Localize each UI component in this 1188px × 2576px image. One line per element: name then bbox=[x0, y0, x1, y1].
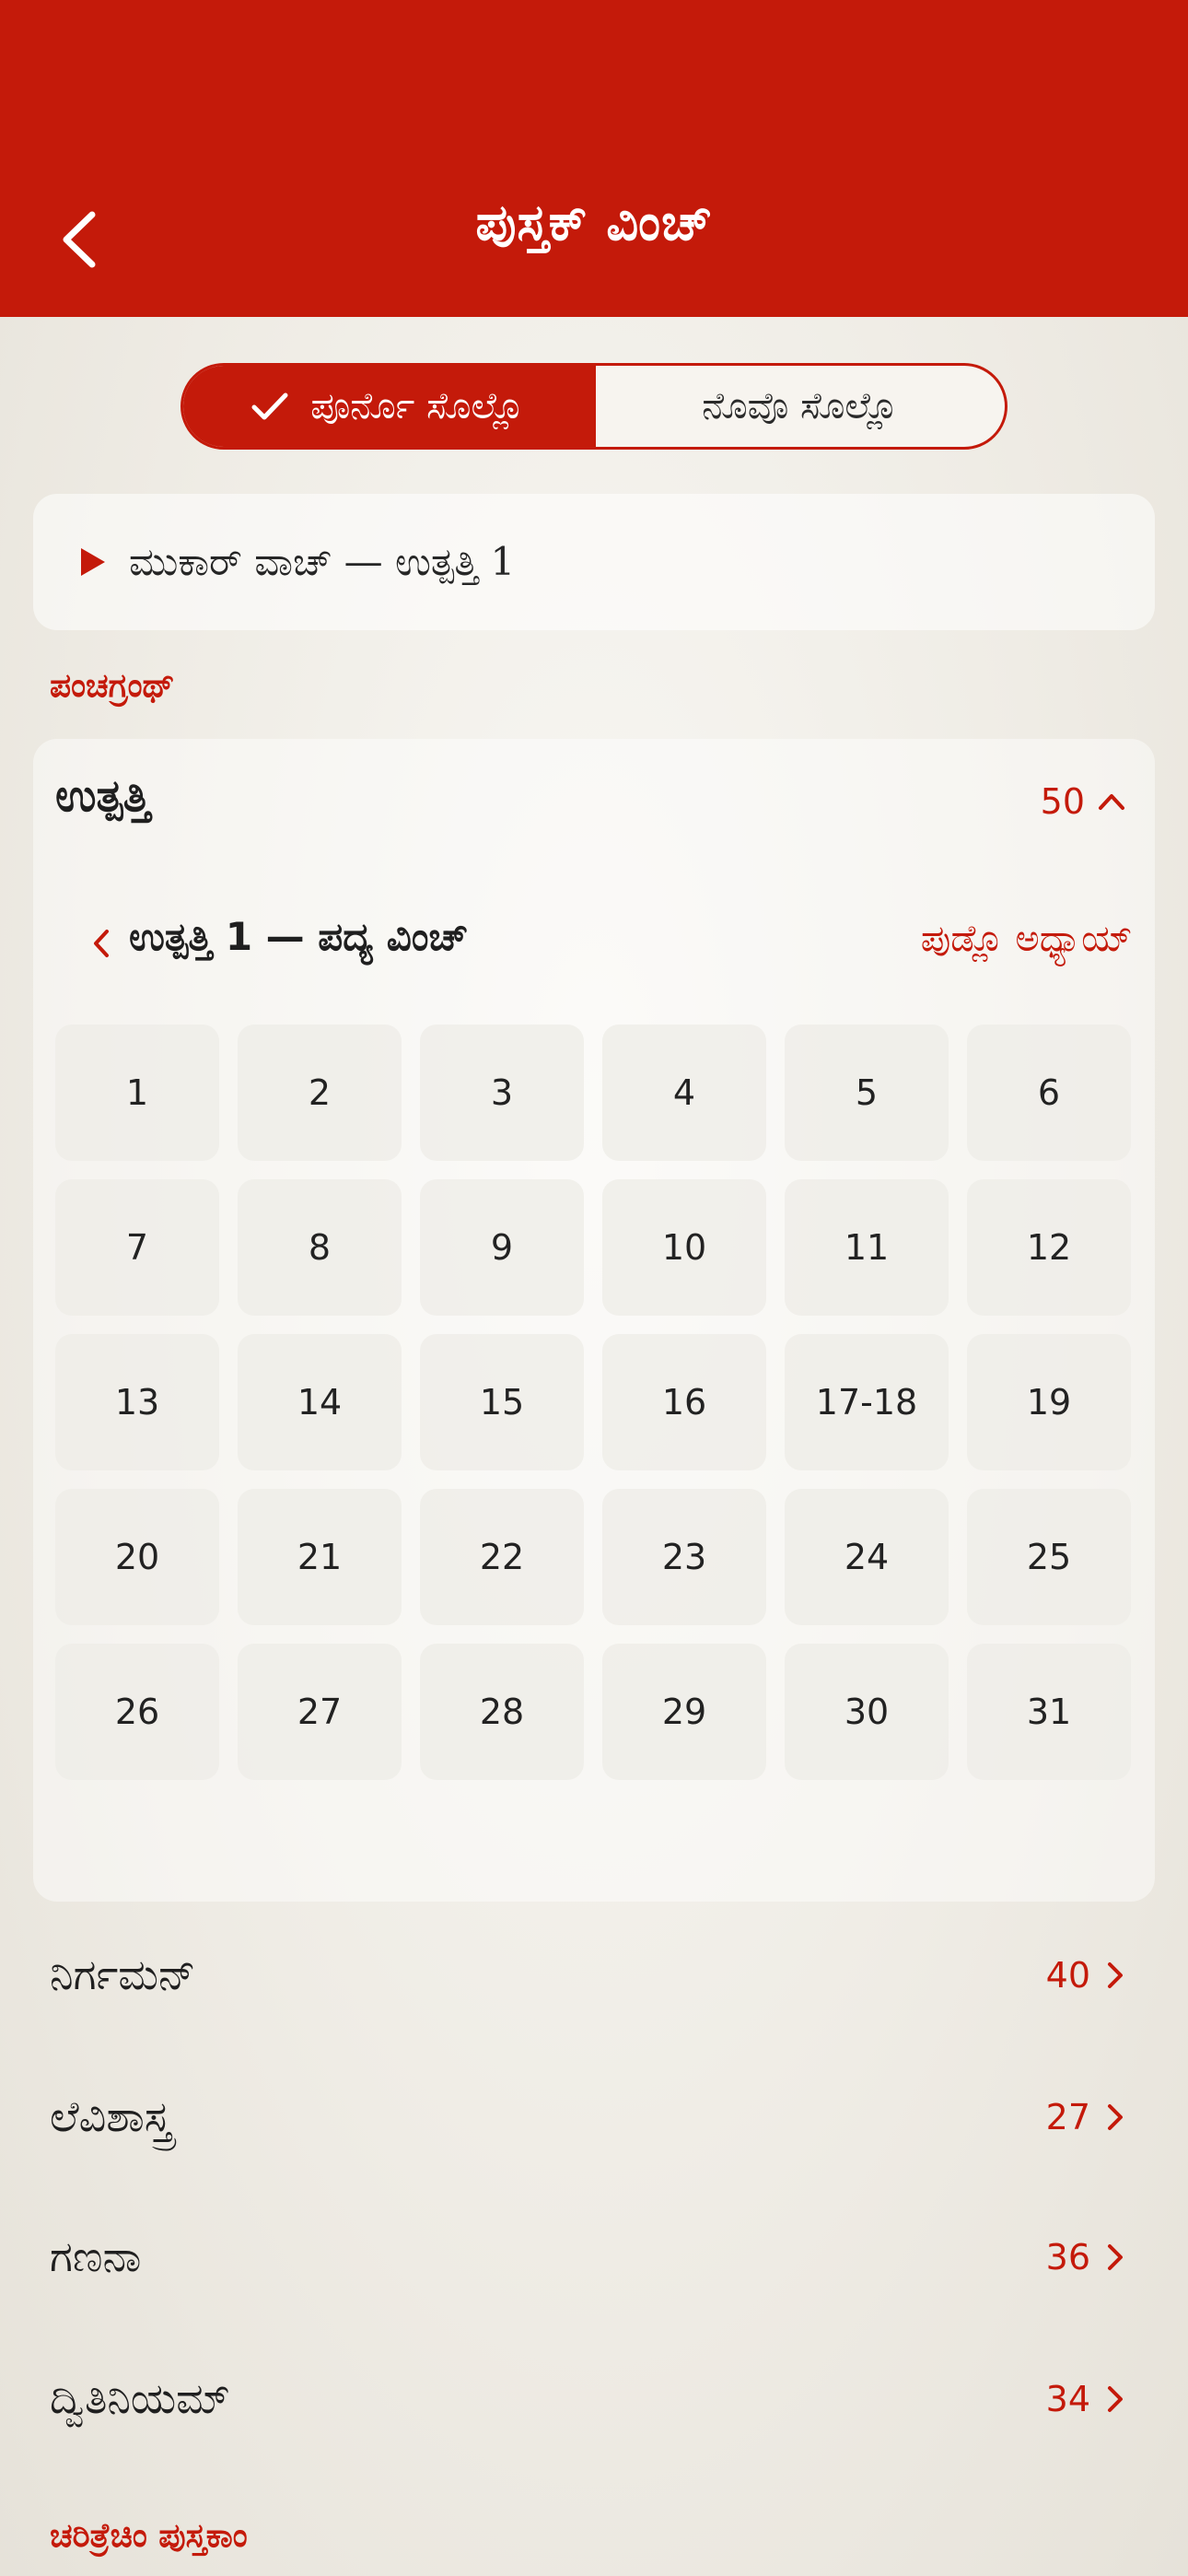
verse-cell[interactable]: 14 bbox=[238, 1334, 402, 1470]
book-count-value: 50 bbox=[1040, 781, 1085, 822]
verse-cell[interactable]: 5 bbox=[785, 1025, 949, 1161]
book-count: 27 bbox=[1046, 2097, 1124, 2137]
verse-cell[interactable]: 29 bbox=[602, 1644, 766, 1780]
verse-cell[interactable]: 20 bbox=[55, 1489, 219, 1625]
verse-cell[interactable]: 3 bbox=[420, 1025, 584, 1161]
chevron-right-icon bbox=[1108, 2386, 1123, 2412]
verse-cell[interactable]: 11 bbox=[785, 1179, 949, 1316]
book-row[interactable]: ದ್ವಿತಿನಿಯಮ್ 34 bbox=[50, 2353, 1124, 2445]
verse-cell[interactable]: 26 bbox=[55, 1644, 219, 1780]
verse-cell[interactable]: 24 bbox=[785, 1489, 949, 1625]
chapter-title: ಉತ್ಪತ್ತಿ 1 — ಪದ್ಯ ವಿಂಚ್ bbox=[129, 914, 468, 959]
book-count-value: 40 bbox=[1045, 1955, 1090, 1996]
verse-cell[interactable]: 21 bbox=[238, 1489, 402, 1625]
continue-reading-text: ಮುಕಾರ್ ವಾಚ್ — ಉತ್ಪತ್ತಿ 1 bbox=[129, 539, 516, 584]
verse-cell[interactable]: 19 bbox=[967, 1334, 1131, 1470]
book-count-value: 27 bbox=[1045, 2097, 1090, 2137]
section-heading-historical-books: ಚರಿತ್ರೆಚಿಂ ಪುಸ್ತಕಾಂ bbox=[50, 2517, 248, 2555]
chapter-navigation: ಉತ್ಪತ್ತಿ 1 — ಪದ್ಯ ವಿಂಚ್ ಪುಡ್ಲೊ ಅಧ್ಯಾಯ್ bbox=[83, 905, 1133, 978]
bible-version-segmented-control: ಪೂರ್ನೊ ಸೊಲ್ಲೊ ನೊವೊ ಸೊಲ್ಲೊ bbox=[181, 363, 1007, 450]
segment-new-version-label: ನೊವೊ ಸೊಲ್ಲೊ bbox=[702, 385, 899, 427]
check-icon bbox=[251, 392, 288, 420]
book-count-value: 36 bbox=[1045, 2237, 1090, 2277]
verse-cell[interactable]: 10 bbox=[602, 1179, 766, 1316]
book-row[interactable]: ನಿರ್ಗಮನ್ 40 bbox=[50, 1929, 1124, 2021]
chevron-up-icon bbox=[1099, 794, 1124, 810]
verse-cell[interactable]: 16 bbox=[602, 1334, 766, 1470]
book-title[interactable]: ಉತ್ಪತ್ತಿ bbox=[55, 770, 150, 823]
app-header: ಪುಸ್ತಕ್ ವಿಂಚ್ bbox=[0, 0, 1188, 317]
verse-cell[interactable]: 17-18 bbox=[785, 1334, 949, 1470]
chevron-right-icon bbox=[1108, 2104, 1123, 2130]
continue-reading-card[interactable]: ಮುಕಾರ್ ವಾಚ್ — ಉತ್ಪತ್ತಿ 1 bbox=[33, 494, 1155, 630]
verse-cell[interactable]: 15 bbox=[420, 1334, 584, 1470]
section-heading-pentateuch: ಪಂಚಗ್ರಂಥ್ bbox=[50, 667, 175, 705]
book-count: 40 bbox=[1046, 1955, 1124, 1996]
verse-cell[interactable]: 13 bbox=[55, 1334, 219, 1470]
verse-cell[interactable]: 8 bbox=[238, 1179, 402, 1316]
segment-old-version-label: ಪೂರ್ನೊ ಸೊಲ್ಲೊ bbox=[310, 385, 525, 427]
book-count: 34 bbox=[1046, 2379, 1124, 2419]
chevron-right-icon bbox=[1108, 1962, 1123, 1988]
book-count-value: 34 bbox=[1045, 2379, 1090, 2419]
book-count: 36 bbox=[1046, 2237, 1124, 2277]
verse-cell[interactable]: 2 bbox=[238, 1025, 402, 1161]
segment-old-version[interactable]: ಪೂರ್ನೊ ಸೊಲ್ಲೊ bbox=[183, 366, 593, 447]
book-name: ದ್ವಿತಿನಿಯಮ್ bbox=[50, 2373, 230, 2423]
book-row[interactable]: ಗಣನಾ 36 bbox=[50, 2211, 1124, 2303]
book-name: ನಿರ್ಗಮನ್ bbox=[50, 1950, 196, 1999]
book-name: ಲೆವಿಶಾಸ್ತ್ರ bbox=[50, 2091, 172, 2141]
next-chapter-link[interactable]: ಪುಡ್ಲೊ ಅಧ್ಯಾಯ್ bbox=[921, 918, 1133, 960]
verse-cell[interactable]: 25 bbox=[967, 1489, 1131, 1625]
segment-new-version[interactable]: ನೊವೊ ಸೊಲ್ಲೊ bbox=[592, 366, 1006, 447]
chevron-right-icon bbox=[1108, 2244, 1123, 2270]
book-name: ಗಣನಾ bbox=[50, 2231, 142, 2281]
verse-cell[interactable]: 28 bbox=[420, 1644, 584, 1780]
verse-cell[interactable]: 30 bbox=[785, 1644, 949, 1780]
book-chapter-count[interactable]: 50 bbox=[1041, 781, 1125, 822]
verse-cell[interactable]: 22 bbox=[420, 1489, 584, 1625]
verse-cell[interactable]: 31 bbox=[967, 1644, 1131, 1780]
book-row[interactable]: ಲೆವಿಶಾಸ್ತ್ರ 27 bbox=[50, 2071, 1124, 2163]
chevron-left-icon bbox=[94, 930, 109, 957]
play-icon bbox=[81, 548, 105, 576]
verse-cell[interactable]: 12 bbox=[967, 1179, 1131, 1316]
page-title: ಪುಸ್ತಕ್ ವಿಂಚ್ bbox=[475, 193, 713, 252]
verse-cell[interactable]: 9 bbox=[420, 1179, 584, 1316]
previous-chapter-button[interactable] bbox=[83, 916, 120, 971]
verse-cell[interactable]: 27 bbox=[238, 1644, 402, 1780]
verse-cell[interactable]: 7 bbox=[55, 1179, 219, 1316]
verse-cell[interactable]: 1 bbox=[55, 1025, 219, 1161]
verse-cell[interactable]: 6 bbox=[967, 1025, 1131, 1161]
expanded-book-card: ಉತ್ಪತ್ತಿ 50 ಉತ್ಪತ್ತಿ 1 — ಪದ್ಯ ವಿಂಚ್ ಪುಡ್… bbox=[33, 739, 1155, 1902]
verse-grid: 1 2 3 4 5 6 7 8 9 10 11 12 13 14 15 16 1… bbox=[55, 1025, 1133, 1780]
verse-cell[interactable]: 23 bbox=[602, 1489, 766, 1625]
verse-cell[interactable]: 4 bbox=[602, 1025, 766, 1161]
